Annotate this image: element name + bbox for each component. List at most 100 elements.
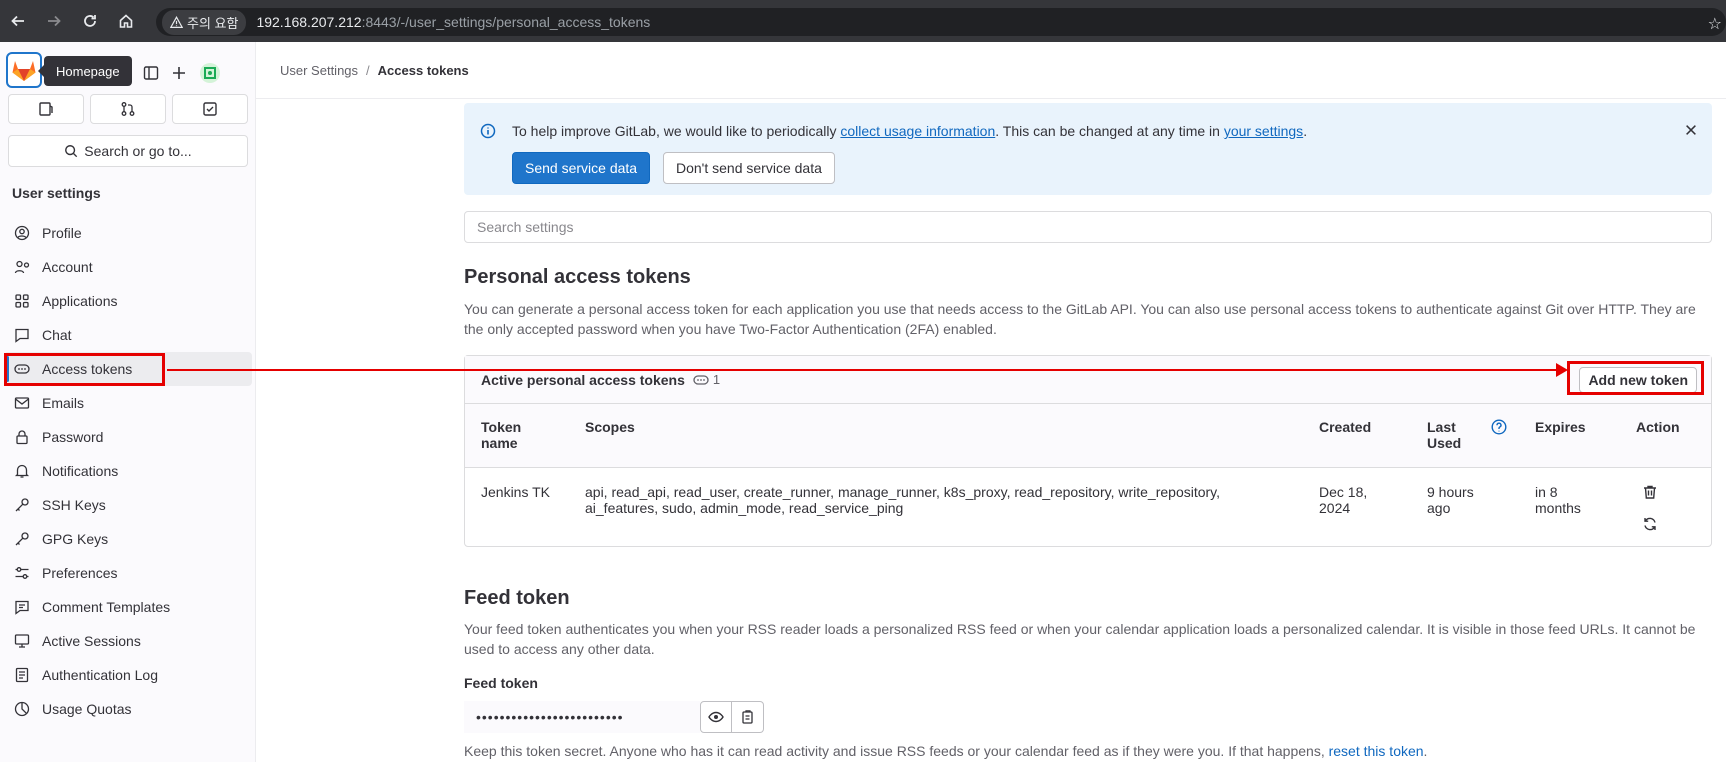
- sidebar-item-label: Notifications: [42, 463, 119, 479]
- sidebar-item-password[interactable]: Password: [4, 420, 252, 454]
- sidebar-item-profile[interactable]: Profile: [4, 216, 252, 250]
- sidebar-item-preferences[interactable]: Preferences: [4, 556, 252, 590]
- sidebar-item-authentication-log[interactable]: Authentication Log: [4, 658, 252, 692]
- tokens-table: Token name Scopes Created Last Used Expi…: [465, 404, 1711, 531]
- avatar[interactable]: [199, 62, 221, 84]
- search-or-go-button[interactable]: Search or go to...: [8, 135, 248, 167]
- annotation-arrow-line: [167, 369, 1561, 371]
- url-path: :8443/-/user_settings/personal_access_to…: [361, 14, 651, 30]
- plus-icon[interactable]: [168, 62, 190, 84]
- copy-icon: [741, 710, 753, 724]
- token-scopes-cell: api, read_api, read_user, create_runner,…: [585, 484, 1221, 516]
- sidebar: Homepage Search or go to... User setting…: [0, 42, 256, 762]
- feed-token-input[interactable]: •••••••••••••••••••••••••: [464, 701, 700, 733]
- breadcrumb-current[interactable]: Access tokens: [378, 63, 469, 78]
- sidebar-item-account[interactable]: Account: [4, 250, 252, 284]
- back-icon[interactable]: [0, 0, 36, 42]
- dont-send-service-data-button[interactable]: Don't send service data: [663, 152, 835, 184]
- sidebar-item-gpg-keys[interactable]: GPG Keys: [4, 522, 252, 556]
- your-settings-link[interactable]: your settings: [1224, 123, 1303, 139]
- merge-request-icon: [121, 102, 135, 116]
- close-icon[interactable]: [1684, 123, 1698, 137]
- search-label: Search or go to...: [84, 143, 192, 159]
- sidebar-heading: User settings: [12, 185, 101, 201]
- col-scopes: Scopes: [585, 419, 635, 435]
- pat-title: Personal access tokens: [464, 266, 691, 288]
- usage-ping-banner: To help improve GitLab, we would like to…: [464, 103, 1712, 195]
- bookmark-star-icon[interactable]: ☆: [1708, 14, 1722, 34]
- col-created: Created: [1319, 419, 1372, 435]
- sidebar-item-label: Authentication Log: [42, 667, 158, 683]
- token-icon: [693, 374, 709, 385]
- forward-icon[interactable]: [36, 0, 72, 42]
- address-bar[interactable]: 주의 요함 192.168.207.212:8443/-/user_settin…: [156, 8, 1726, 36]
- token-count: 1: [712, 372, 721, 387]
- copy-token-button[interactable]: [732, 701, 764, 733]
- chat-icon: [15, 328, 29, 343]
- gitlab-logo-icon: [12, 61, 36, 81]
- url-text: 192.168.207.212:8443/-/user_settings/per…: [256, 14, 650, 30]
- feed-token-title: Feed token: [464, 587, 570, 609]
- sidebar-item-label: SSH Keys: [42, 497, 106, 513]
- preferences-icon: [15, 567, 29, 579]
- applications-icon: [15, 294, 29, 308]
- homepage-tooltip: Homepage: [38, 56, 132, 86]
- sidebar-item-chat[interactable]: Chat: [4, 318, 252, 352]
- help-icon[interactable]: [1491, 419, 1507, 435]
- col-token-name: Token name: [481, 419, 522, 451]
- search-settings-input[interactable]: Search settings: [464, 211, 1712, 243]
- feed-token-description: Your feed token authenticates you when y…: [464, 621, 1696, 657]
- lock-icon: [16, 430, 28, 445]
- key-icon: [15, 498, 29, 512]
- issues-button[interactable]: [8, 94, 84, 124]
- banner-text-2: . This can be changed at any time in: [995, 123, 1224, 139]
- sidebar-item-label: Applications: [42, 293, 118, 309]
- sidebar-item-label: GPG Keys: [42, 531, 109, 547]
- merge-requests-button[interactable]: [90, 94, 166, 124]
- sidebar-item-comment-templates[interactable]: Comment Templates: [4, 590, 252, 624]
- reveal-token-button[interactable]: [700, 701, 732, 733]
- quick-actions: [8, 94, 248, 124]
- breadcrumb-parent[interactable]: User Settings: [280, 63, 358, 78]
- sidebar-item-emails[interactable]: Emails: [4, 386, 252, 420]
- sidebar-item-label: Usage Quotas: [42, 701, 132, 717]
- sidebar-nav: Profile Account Applications Chat Access…: [4, 216, 252, 726]
- delete-icon[interactable]: [1642, 484, 1658, 500]
- sidebar-item-notifications[interactable]: Notifications: [4, 454, 252, 488]
- pat-description: You can generate a personal access token…: [464, 301, 1696, 337]
- security-warning-chip[interactable]: 주의 요함: [162, 9, 247, 35]
- banner-text-3: .: [1303, 123, 1308, 139]
- sidebar-item-label: Active Sessions: [42, 633, 141, 649]
- mail-icon: [14, 397, 30, 409]
- sidebar-item-applications[interactable]: Applications: [4, 284, 252, 318]
- rotate-icon[interactable]: [1642, 516, 1658, 532]
- reset-token-link[interactable]: reset this token: [1329, 743, 1424, 759]
- sidebar-item-ssh-keys[interactable]: SSH Keys: [4, 488, 252, 522]
- col-expires: Expires: [1535, 419, 1586, 435]
- sidebar-item-label: Chat: [42, 327, 72, 343]
- monitor-icon: [14, 634, 30, 648]
- feed-token-note: Keep this token secret. Anyone who has i…: [464, 741, 1712, 761]
- account-icon: [14, 260, 30, 274]
- active-tokens-card: Active personal access tokens 1 Add new …: [464, 355, 1712, 547]
- warning-icon: [170, 15, 183, 28]
- annotation-box-add-token: [1567, 361, 1704, 395]
- sidebar-item-label: Comment Templates: [42, 599, 171, 615]
- quota-icon: [14, 701, 30, 717]
- sidebar-item-active-sessions[interactable]: Active Sessions: [4, 624, 252, 658]
- table-header: [465, 404, 1711, 468]
- token-last-used-cell: 9 hours ago: [1427, 484, 1474, 516]
- home-icon[interactable]: [108, 0, 144, 42]
- send-service-data-button[interactable]: Send service data: [512, 152, 651, 184]
- security-label: 주의 요함: [187, 15, 239, 31]
- sidebar-toggle-icon[interactable]: [140, 62, 162, 84]
- collect-usage-link[interactable]: collect usage information: [840, 123, 995, 139]
- todos-button[interactable]: [172, 94, 248, 124]
- card-title: Active personal access tokens: [481, 371, 685, 388]
- reload-icon[interactable]: [72, 0, 108, 42]
- gitlab-logo-button[interactable]: [6, 52, 42, 88]
- sidebar-item-label: Preferences: [42, 565, 118, 581]
- comment-icon: [15, 600, 29, 615]
- sidebar-item-label: Password: [42, 429, 104, 445]
- sidebar-item-usage-quotas[interactable]: Usage Quotas: [4, 692, 252, 726]
